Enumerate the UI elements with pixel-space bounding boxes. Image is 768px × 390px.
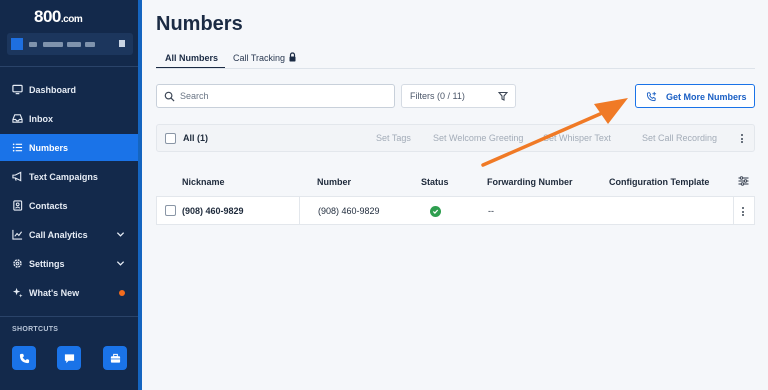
bulk-more-icon[interactable] xyxy=(741,134,744,145)
account-name-redacted xyxy=(67,42,81,47)
sidebar-item-label: Dashboard xyxy=(29,84,77,95)
filter-icon xyxy=(498,91,508,101)
phone-plus-icon xyxy=(646,91,657,102)
sidebar: 800.com Dashboard Inbox Numbers Text Cam… xyxy=(0,0,140,390)
account-switcher[interactable] xyxy=(7,33,133,55)
shortcuts-heading: SHORTCUTS xyxy=(12,326,59,333)
account-name-redacted xyxy=(43,42,63,47)
row-more-icon[interactable] xyxy=(742,207,745,218)
status-active-icon xyxy=(430,206,441,217)
shortcut-phone-button[interactable] xyxy=(12,346,36,370)
filters-dropdown[interactable]: Filters (0 / 11) xyxy=(401,84,516,108)
chevron-down-icon[interactable] xyxy=(116,259,125,268)
column-header-status[interactable]: Status xyxy=(421,177,449,187)
divider xyxy=(0,66,140,67)
list-icon xyxy=(11,142,23,154)
tab-call-tracking[interactable]: Call Tracking xyxy=(233,53,285,63)
gear-icon xyxy=(11,258,23,270)
message-icon xyxy=(64,353,74,363)
column-header-nickname[interactable]: Nickname xyxy=(182,177,225,187)
set-call-recording-action[interactable]: Set Call Recording xyxy=(642,133,717,143)
chevron-down-icon[interactable] xyxy=(116,230,125,239)
account-menu-indicator xyxy=(119,40,125,47)
sidebar-item-dashboard[interactable]: Dashboard xyxy=(0,76,138,103)
column-header-forwarding-number[interactable]: Forwarding Number xyxy=(487,177,573,187)
set-welcome-greeting-action[interactable]: Set Welcome Greeting xyxy=(433,133,523,143)
get-more-numbers-label: Get More Numbers xyxy=(666,92,747,102)
briefcase-icon xyxy=(110,353,120,363)
sidebar-item-label: Numbers xyxy=(29,142,69,153)
set-whisper-text-action[interactable]: Set Whisper Text xyxy=(543,133,611,143)
sidebar-item-label: Call Analytics xyxy=(29,229,88,240)
sidebar-item-label: Contacts xyxy=(29,200,68,211)
sidebar-item-call-analytics[interactable]: Call Analytics xyxy=(0,221,138,248)
phone-icon xyxy=(19,353,29,363)
monitor-icon xyxy=(11,84,23,96)
sidebar-item-label: Inbox xyxy=(29,113,53,124)
lock-icon xyxy=(289,52,296,62)
contacts-icon xyxy=(11,200,23,212)
sparkle-icon xyxy=(11,287,23,299)
sidebar-item-text-campaigns[interactable]: Text Campaigns xyxy=(0,163,138,190)
select-all-label: All (1) xyxy=(183,133,209,143)
inbox-icon xyxy=(11,113,23,125)
filters-label: Filters (0 / 11) xyxy=(410,91,465,101)
search-input[interactable] xyxy=(180,91,380,101)
shortcut-message-button[interactable] xyxy=(57,346,81,370)
column-header-number[interactable]: Number xyxy=(317,177,351,187)
sidebar-item-settings[interactable]: Settings xyxy=(0,250,138,277)
page-title: Numbers xyxy=(156,13,243,35)
sidebar-item-numbers[interactable]: Numbers xyxy=(0,134,138,161)
search-icon xyxy=(164,91,175,102)
account-name-redacted xyxy=(29,42,37,47)
row-forwarding-number: -- xyxy=(488,206,494,216)
get-more-numbers-button[interactable]: Get More Numbers xyxy=(635,84,755,108)
main-content: Numbers All Numbers Call Tracking Filter… xyxy=(142,0,768,390)
row-divider xyxy=(733,197,734,224)
search-box[interactable] xyxy=(156,84,395,108)
shortcut-briefcase-button[interactable] xyxy=(103,346,127,370)
row-checkbox[interactable] xyxy=(165,205,176,216)
bulk-actions-bar: All (1) Set Tags Set Welcome Greeting Se… xyxy=(156,124,755,152)
row-nickname[interactable]: (908) 460-9829 xyxy=(182,206,244,216)
sidebar-item-contacts[interactable]: Contacts xyxy=(0,192,138,219)
new-badge-dot xyxy=(119,290,125,296)
row-number: (908) 460-9829 xyxy=(318,206,380,216)
column-settings-icon[interactable] xyxy=(738,176,749,186)
table-row[interactable]: (908) 460-9829 (908) 460-9829 -- xyxy=(156,196,755,225)
divider xyxy=(0,316,140,317)
account-avatar xyxy=(11,38,23,50)
chart-icon xyxy=(11,229,23,241)
sidebar-item-whats-new[interactable]: What's New xyxy=(0,279,138,306)
megaphone-icon xyxy=(11,171,23,183)
sidebar-item-label: What's New xyxy=(29,287,80,298)
brand-logo[interactable]: 800.com xyxy=(34,7,83,27)
sidebar-item-label: Settings xyxy=(29,258,65,269)
set-tags-action[interactable]: Set Tags xyxy=(376,133,411,143)
row-divider xyxy=(299,197,300,224)
account-name-redacted xyxy=(85,42,95,47)
column-header-configuration-template[interactable]: Configuration Template xyxy=(609,177,709,187)
select-all-checkbox[interactable] xyxy=(165,133,176,144)
sidebar-item-inbox[interactable]: Inbox xyxy=(0,105,138,132)
sidebar-item-label: Text Campaigns xyxy=(29,171,98,182)
tabs-divider xyxy=(156,68,755,69)
tab-all-numbers[interactable]: All Numbers xyxy=(165,53,218,63)
